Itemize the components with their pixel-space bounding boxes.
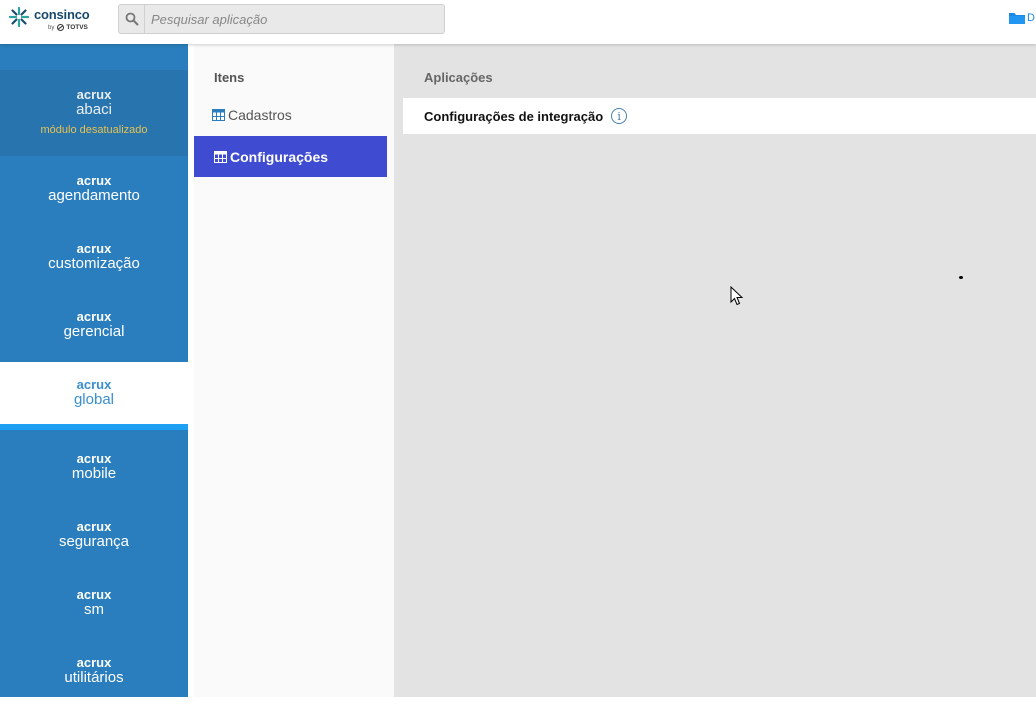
logo-by-line: by TOTVS <box>48 24 88 31</box>
module-brand: acrux <box>76 309 112 324</box>
app-configuracoes-integracao[interactable]: Configurações de integração i <box>403 98 1036 134</box>
mouse-cursor-icon <box>730 286 744 306</box>
info-icon[interactable]: i <box>611 108 628 124</box>
module-sm[interactable]: acrux sm <box>0 572 188 640</box>
totvs-icon <box>57 24 65 31</box>
totvs-text: TOTVS <box>66 24 88 31</box>
module-name: mobile <box>71 465 117 482</box>
module-global[interactable]: acrux global <box>0 362 188 430</box>
app-label: Configurações de integração <box>424 108 604 124</box>
module-brand: acrux <box>76 451 112 466</box>
search-box <box>118 4 445 34</box>
logo-name: consinco <box>34 7 90 22</box>
module-name: abaci <box>76 101 112 118</box>
module-name: segurança <box>58 533 130 550</box>
module-agendamento[interactable]: acrux agendamento <box>0 158 188 226</box>
items-title: Itens <box>214 70 245 85</box>
module-utilitarios[interactable]: acrux utilitários <box>0 640 188 708</box>
module-name: customização <box>48 255 140 272</box>
module-customizacao[interactable]: acrux customização <box>0 226 188 294</box>
search-icon[interactable] <box>119 5 145 33</box>
module-seguranca[interactable]: acrux segurança <box>0 504 188 572</box>
top-header: consinco by TOTVS D <box>0 0 1036 44</box>
search-input[interactable] <box>145 5 435 33</box>
module-warning: módulo desatualizado <box>40 124 148 136</box>
item-label: Configurações <box>230 148 329 165</box>
module-brand: acrux <box>76 87 112 102</box>
module-name: sm <box>84 601 104 618</box>
item-configuracoes[interactable]: Configurações <box>194 136 387 177</box>
module-gerencial[interactable]: acrux gerencial <box>0 294 188 362</box>
stray-dot <box>959 276 963 279</box>
module-sidebar: acrux abaci módulo desatualizado acrux a… <box>0 44 194 697</box>
module-brand: acrux <box>76 519 112 534</box>
folder-button[interactable]: D <box>1009 10 1036 26</box>
consinco-logo[interactable]: consinco by TOTVS <box>8 5 108 39</box>
module-name: utilitários <box>64 669 124 686</box>
module-brand: acrux <box>76 587 112 602</box>
item-cadastros[interactable]: Cadastros <box>194 94 387 135</box>
module-abaci[interactable]: acrux abaci módulo desatualizado <box>0 70 188 156</box>
module-brand: acrux <box>76 377 112 392</box>
module-name: gerencial <box>63 323 125 340</box>
folder-icon <box>1009 13 1025 24</box>
module-brand: acrux <box>76 241 112 256</box>
module-name: global <box>73 391 115 408</box>
module-mobile[interactable]: acrux mobile <box>0 436 188 504</box>
applications-title: Aplicações <box>424 70 493 85</box>
item-label: Cadastros <box>228 106 292 123</box>
module-name: agendamento <box>48 187 140 204</box>
totvs-mark: TOTVS <box>57 24 88 31</box>
applications-panel: Aplicações Configurações de integração i <box>394 44 1036 697</box>
module-brand: acrux <box>76 173 112 188</box>
items-panel: Itens Cadastros Configurações <box>188 44 394 697</box>
consinco-star-icon <box>8 6 30 28</box>
folder-label: D <box>1027 12 1035 24</box>
module-brand: acrux <box>76 655 112 670</box>
logo-by-text: by <box>48 24 55 31</box>
table-icon <box>212 108 225 121</box>
table-icon <box>214 150 227 163</box>
